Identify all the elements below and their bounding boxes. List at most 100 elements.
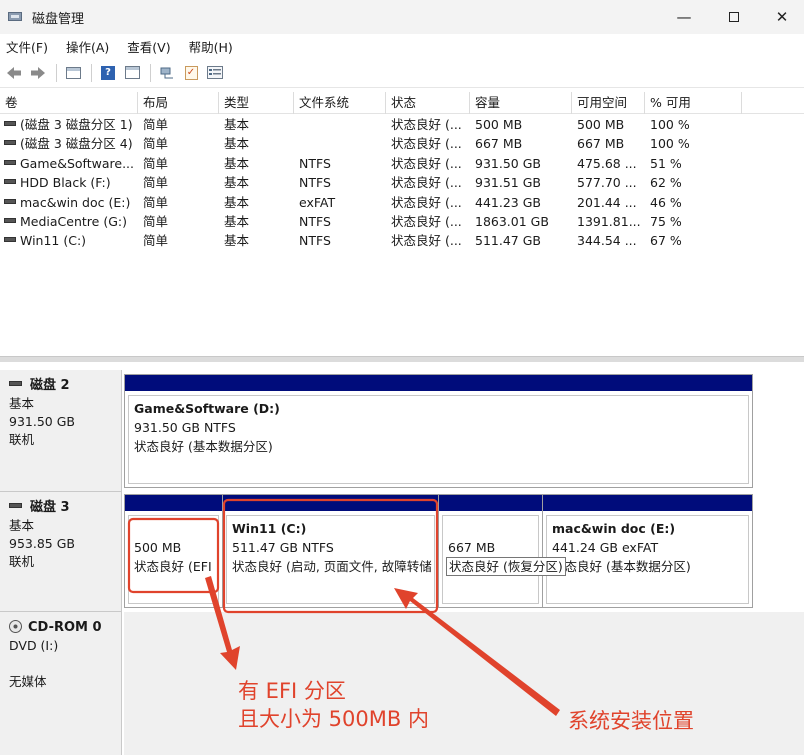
- cell-text: 简单: [143, 233, 169, 249]
- table-cell: 状态良好 (...: [391, 134, 473, 153]
- cell-text: 基本: [224, 214, 250, 229]
- table-row[interactable]: mac&win doc (E:) 简单 基本 exFAT 状态良好 (... 441.23…: [0, 193, 804, 212]
- table-cell: 344.54 ...: [577, 231, 648, 250]
- forward-icon[interactable]: [28, 63, 48, 83]
- toolbar: ? ✓: [0, 58, 804, 88]
- cell-text: 基本: [224, 117, 250, 132]
- check-icon[interactable]: ✓: [181, 63, 201, 83]
- cell-text: 46 %: [650, 194, 682, 210]
- cell-text: 441.23 GB: [475, 194, 541, 210]
- column-header-volume[interactable]: 卷: [0, 92, 138, 114]
- table-cell: 简单: [143, 134, 222, 153]
- column-header-capacity[interactable]: 容量: [470, 92, 572, 114]
- menu-help[interactable]: 帮助(H): [189, 37, 233, 56]
- table-cell: mac&win doc (E:): [4, 193, 140, 212]
- toolbar-separator: [56, 63, 57, 82]
- cell-text: 状态良好 (...: [391, 117, 462, 132]
- column-header-status[interactable]: 状态: [386, 92, 470, 114]
- table-cell: 状态良好 (...: [391, 115, 473, 134]
- volume-icon: [4, 179, 16, 185]
- cell-text: 931.50 GB: [475, 155, 541, 171]
- table-row[interactable]: MediaCentre (G:) 简单 基本 NTFS 状态良好 (... 1863.01…: [0, 212, 804, 231]
- partition-efi[interactable]: 500 MB 状态良好 (EFI: [125, 495, 223, 607]
- disk-status: 联机: [9, 432, 35, 447]
- column-header-type[interactable]: 类型: [219, 92, 294, 114]
- menu-bar: 文件(F) 操作(A) 查看(V) 帮助(H): [0, 34, 804, 58]
- table-cell: 1863.01 GB: [475, 212, 575, 231]
- cell-text: exFAT: [299, 194, 336, 210]
- table-cell: 500 MB: [577, 115, 648, 134]
- disk-status: 联机: [9, 554, 35, 569]
- table-cell: 基本: [224, 231, 297, 250]
- column-header-percent-free[interactable]: % 可用: [645, 92, 742, 114]
- window-title: 磁盘管理: [32, 11, 85, 27]
- cdrom-label[interactable]: CD-ROM 0 DVD (I:) 无媒体: [0, 612, 122, 755]
- volume-icon: [4, 218, 16, 223]
- properties-icon[interactable]: [122, 63, 142, 83]
- partition-e[interactable]: mac&win doc (E:) 441.24 GB exFAT 状态良好 (基…: [543, 495, 752, 607]
- cell-text: HDD Black (F:): [20, 175, 111, 191]
- console-icon[interactable]: [63, 63, 83, 83]
- cell-text: 667 MB: [577, 136, 625, 152]
- cdrom-media-area: [124, 612, 804, 755]
- close-button[interactable]: ✕: [758, 0, 804, 34]
- connect-icon[interactable]: [157, 63, 177, 83]
- column-header-layout[interactable]: 布局: [138, 92, 219, 114]
- cell-text: 51 %: [650, 155, 682, 171]
- cell-text: 简单: [143, 175, 169, 191]
- cell-text: 511.47 GB: [475, 233, 541, 249]
- back-icon[interactable]: [4, 63, 24, 83]
- cell-text: 状态良好 (...: [391, 136, 462, 152]
- table-cell: 577.70 ...: [577, 173, 648, 192]
- table-row[interactable]: (磁盘 3 磁盘分区 1) 简单 基本 状态良好 (... 500 MB 500 MB 10…: [0, 115, 804, 134]
- table-cell: 基本: [224, 134, 297, 153]
- menu-action[interactable]: 操作(A): [66, 37, 109, 56]
- menu-view[interactable]: 查看(V): [127, 37, 170, 56]
- cell-text: 577.70 ...: [577, 175, 637, 191]
- disk-3-label[interactable]: 磁盘 3 基本 953.85 GB 联机: [0, 492, 122, 612]
- partition-header-bar: [125, 495, 222, 511]
- cell-text: (磁盘 3 磁盘分区 4): [20, 136, 133, 152]
- table-cell: 100 %: [650, 134, 745, 153]
- table-cell: 51 %: [650, 154, 745, 173]
- cell-text: 67 %: [650, 233, 682, 249]
- cell-text: 简单: [143, 117, 169, 132]
- table-cell: MediaCentre (G:): [4, 212, 140, 231]
- partition-status: 状态良好 (启动, 页面文件, 故障转储: [232, 559, 432, 574]
- table-row[interactable]: (磁盘 3 磁盘分区 4) 简单 基本 状态良好 (... 667 MB 667 MB 10…: [0, 134, 804, 153]
- partition-status: 状态良好 (基本数据分区): [552, 559, 691, 574]
- cell-text: 状态良好 (...: [391, 175, 462, 191]
- table-row[interactable]: Win11 (C:) 简单 基本 NTFS 状态良好 (... 511.47 GB 344.…: [0, 231, 804, 250]
- cell-text: 状态良好 (...: [391, 214, 462, 229]
- system-note: 系统安装位置: [568, 709, 694, 733]
- column-header-filesystem[interactable]: 文件系统: [294, 92, 386, 114]
- table-cell: NTFS: [299, 212, 389, 231]
- partition-c[interactable]: Win11 (C:) 511.47 GB NTFS 状态良好 (启动, 页面文件…: [223, 495, 439, 607]
- partition-recovery[interactable]: 667 MB: [439, 495, 543, 607]
- table-cell: 状态良好 (...: [391, 193, 473, 212]
- menu-file[interactable]: 文件(F): [6, 37, 48, 56]
- maximize-button[interactable]: [710, 0, 758, 34]
- partition-d[interactable]: Game&Software (D:) 931.50 GB NTFS 状态良好 (…: [125, 375, 752, 487]
- table-cell: 1391.81...: [577, 212, 648, 231]
- volume-icon: [4, 237, 16, 243]
- minimize-button[interactable]: —: [660, 0, 708, 34]
- disk-2-label[interactable]: 磁盘 2 基本 931.50 GB 联机: [0, 370, 122, 492]
- column-header-free-space[interactable]: 可用空间: [572, 92, 645, 114]
- table-header: 卷 布局 类型 文件系统 状态 容量 可用空间 % 可用: [0, 92, 804, 114]
- list-icon[interactable]: [205, 63, 225, 83]
- partition-size: 511.47 GB NTFS: [232, 540, 334, 555]
- disk-type: DVD (I:): [9, 638, 59, 653]
- cell-text: 简单: [143, 194, 169, 210]
- cell-text: 基本: [224, 233, 250, 249]
- cell-text: NTFS: [299, 175, 331, 191]
- table-row[interactable]: Game&Software... 简单 基本 NTFS 状态良好 (... 931.50 …: [0, 154, 804, 173]
- recovery-status-tooltip: 状态良好 (恢复分区): [446, 557, 566, 576]
- volume-icon: [4, 198, 16, 204]
- cell-text: (磁盘 3 磁盘分区 1): [20, 117, 133, 132]
- disk-icon: [9, 381, 22, 386]
- table-cell: 简单: [143, 212, 222, 231]
- help-icon[interactable]: ?: [98, 63, 118, 83]
- table-row[interactable]: HDD Black (F:) 简单 基本 NTFS 状态良好 (... 931.51 GB…: [0, 173, 804, 192]
- cell-text: Win11 (C:): [20, 233, 87, 249]
